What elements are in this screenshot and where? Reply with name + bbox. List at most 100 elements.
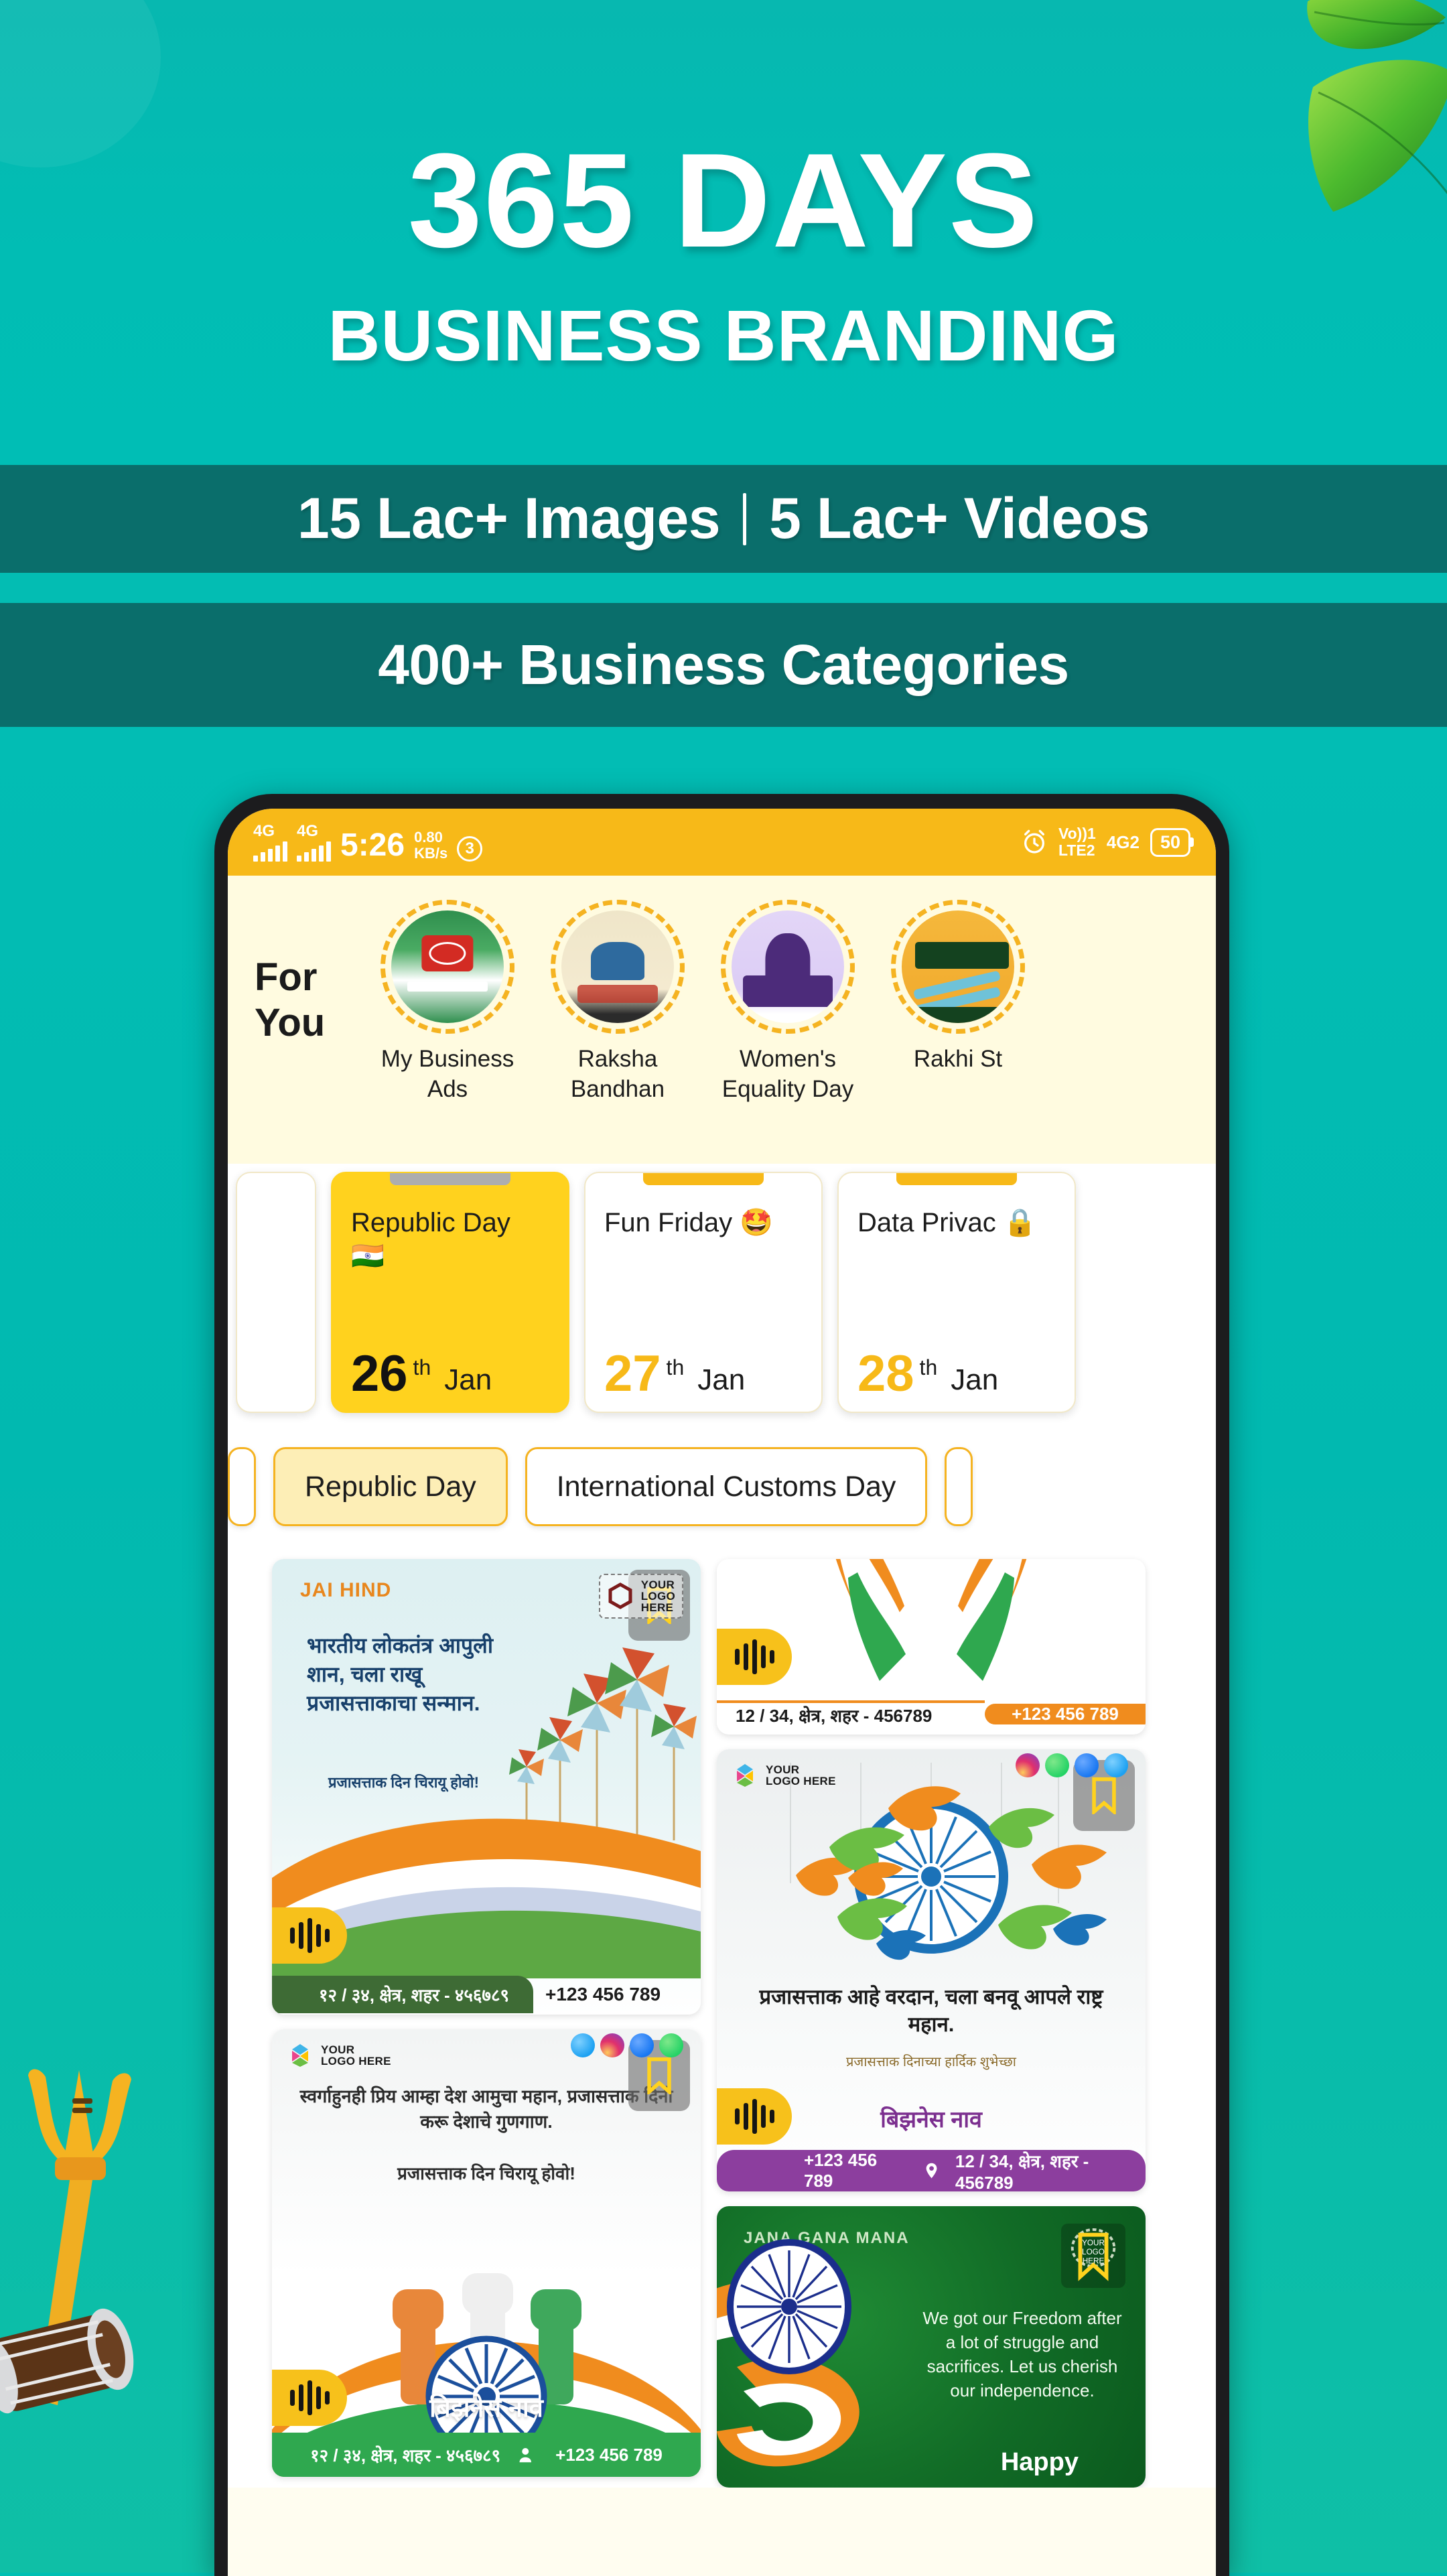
card-phone: +123 456 789: [985, 1703, 1146, 1724]
category-ring: [721, 900, 855, 1034]
background-middle-strip: [0, 573, 1447, 603]
date-card-data-privacy-day[interactable]: Data Privac 🔒 28 th Jan: [837, 1172, 1076, 1413]
whatsapp-icon[interactable]: [659, 2033, 683, 2057]
chip-international-customs-day[interactable]: International Customs Day: [525, 1447, 928, 1526]
fists-card-poem-sub: प्रजासत्ताक दिन चिरायू होवो!: [397, 2163, 575, 2183]
colorful-logo-icon: [732, 1761, 760, 1789]
gallery-card-fists[interactable]: YOUR LOGO HERE स्वर्गाहुनही प्रिय आम्हा …: [272, 2029, 701, 2477]
category-item-raksha-bandhan[interactable]: Raksha Bandhan: [540, 893, 695, 1105]
date-card-month: Jan: [951, 1363, 999, 1396]
signal-sim2-label: 4G: [297, 821, 319, 840]
date-card-fun-friday[interactable]: Fun Friday 🤩 27 th Jan: [584, 1172, 823, 1413]
date-card-title: Fun Friday 🤩: [604, 1208, 774, 1237]
freedom-card-text: We got our Freedom after a lot of strugg…: [922, 2308, 1122, 2400]
stats-band-images-videos: 15 Lac+ Images 5 Lac+ Videos: [0, 465, 1447, 573]
category-ring: [891, 900, 1025, 1034]
chip-next-partial[interactable]: [945, 1447, 973, 1526]
notification-count-badge: 3: [457, 835, 483, 862]
card-footer: १२ / ३४, क्षेत्र, शहर - ४५६७८९ +123 456 …: [272, 2433, 701, 2477]
audio-waveform-button[interactable]: [272, 1907, 347, 1964]
bookmark-icon: [647, 2057, 671, 2094]
hero-heading: 365 DAYS BUSINESS BRANDING: [0, 134, 1447, 377]
category-ring: [551, 900, 685, 1034]
location-pin-icon: [926, 2163, 937, 2179]
category-thumbnail-my-business-ads: [391, 910, 504, 1023]
gallery-card-freedom[interactable]: JANA GANA MANA YOUR LOGO HERE We got our…: [717, 2206, 1146, 2488]
card-footer: 12 / 34, क्षेत्र, शहर - 456789 +123 456 …: [717, 1693, 1146, 1735]
social-share-icons[interactable]: [571, 2033, 683, 2057]
your-logo-badge[interactable]: YOUR LOGO HERE: [1061, 2224, 1125, 2288]
audio-waveform-button[interactable]: [717, 2088, 792, 2145]
doves-card-quote: प्रजासत्ताक आहे वरदान, चला बनवू आपले राष…: [759, 1985, 1103, 2036]
event-chip-carousel[interactable]: Republic Day International Customs Day: [228, 1432, 1216, 1546]
category-label-rakhi-status: Rakhi St: [913, 1046, 1003, 1072]
twitter-icon[interactable]: [1104, 1753, 1128, 1777]
ashoka-wheel-ribbon-icon: [717, 2239, 859, 2467]
category-label-womens-equality-day: Women's Equality Day: [721, 1046, 854, 1102]
date-card-title: Republic Day 🇮🇳: [351, 1208, 510, 1271]
category-item-my-business-ads[interactable]: My Business Ads: [370, 893, 525, 1105]
category-item-rakhi-status[interactable]: Rakhi St: [880, 893, 1036, 1075]
status-bar-right: Vo))1 LTE2 4G2 50: [1021, 825, 1190, 860]
status-bar-left: 4G 4G 5:26 0.80 KB/s 3: [253, 823, 1021, 862]
date-card-day: 27: [604, 1345, 661, 1402]
stats-band-categories: 400+ Business Categories: [0, 603, 1447, 727]
signal-sim2-icon: 4G: [297, 823, 331, 862]
category-ring: [381, 900, 514, 1034]
date-card-suffix: th: [919, 1355, 938, 1379]
chip-previous-partial[interactable]: [228, 1447, 256, 1526]
date-card-month: Jan: [444, 1363, 492, 1396]
card-address: 12 / 34, क्षेत्र, शहर - 456789: [717, 1700, 985, 1727]
gallery-card-doves[interactable]: YOUR LOGO HERE प्रजासत्ताक आहे वरदान, चल…: [717, 1749, 1146, 2191]
upcoming-dates-carousel[interactable]: Republic Day 🇮🇳 26 th Jan Fun Friday 🤩 2…: [228, 1164, 1216, 1432]
instagram-icon[interactable]: [600, 2033, 624, 2057]
date-card-suffix: th: [413, 1355, 431, 1379]
chip-republic-day[interactable]: Republic Day: [273, 1447, 508, 1526]
whatsapp-icon[interactable]: [1045, 1753, 1069, 1777]
fists-card-poem: स्वर्गाहुनही प्रिय आम्हा देश आमुचा महान,…: [299, 2086, 673, 2132]
gallery-column-left: JAI HIND भारतीय लोकतंत्र आपुली शान, चला …: [272, 1559, 701, 2488]
category-thumbnail-rakhi-status: [902, 910, 1014, 1023]
for-you-label-line2: You: [255, 1001, 326, 1045]
twitter-icon[interactable]: [571, 2033, 595, 2057]
stat-videos-count: 5 Lac+ Videos: [769, 486, 1150, 551]
your-logo-placeholder[interactable]: YOUR LOGO HERE: [287, 2041, 391, 2070]
date-card-republic-day[interactable]: Republic Day 🇮🇳 26 th Jan: [331, 1172, 569, 1413]
stat-images-count: 15 Lac+ Images: [297, 486, 721, 551]
template-gallery[interactable]: JAI HIND भारतीय लोकतंत्र आपुली शान, चला …: [228, 1546, 1216, 2488]
status-bar: 4G 4G 5:26 0.80 KB/s 3 Vo))1 LTE2 4G2 50: [228, 809, 1216, 876]
your-logo-text: YOUR LOGO HERE: [766, 1764, 836, 1787]
for-you-category-row[interactable]: For You My Business Ads Raksha Bandhan W…: [228, 876, 1216, 1164]
your-logo-placeholder[interactable]: YOUR LOGO HERE: [598, 1574, 683, 1619]
volte-line-1: Vo))1: [1058, 824, 1096, 842]
sim2-network-indicator: 4G2: [1106, 831, 1140, 852]
ribbon-logo-icon: YOUR LOGO HERE: [1071, 2228, 1116, 2281]
category-item-womens-equality-day[interactable]: Women's Equality Day: [710, 893, 866, 1105]
facebook-icon[interactable]: [1075, 1753, 1099, 1777]
audio-waveform-button[interactable]: [272, 2370, 347, 2426]
your-logo-text: YOUR LOGO HERE: [321, 2044, 391, 2067]
network-speed-value: 0.80: [414, 829, 443, 845]
gallery-card-tricolor-hands[interactable]: 12 / 34, क्षेत्र, शहर - 456789 +123 456 …: [717, 1559, 1146, 1735]
category-thumbnail-womens-equality-day: [732, 910, 844, 1023]
instagram-icon[interactable]: [1016, 1753, 1040, 1777]
card-footer: +123 456 789 12 / 34, क्षेत्र, शहर - 456…: [717, 2150, 1146, 2191]
bookmark-icon: [1092, 1777, 1116, 1814]
logo-line-3: HERE: [640, 1601, 674, 1614]
svg-text:HERE: HERE: [1083, 2257, 1105, 2266]
alarm-icon: [1024, 829, 1044, 854]
date-card-previous-partial[interactable]: [236, 1172, 316, 1413]
for-you-label: For You: [255, 955, 355, 1046]
your-logo-text: YOUR LOGO HERE: [641, 1579, 675, 1613]
social-share-icons[interactable]: [1016, 1753, 1128, 1777]
signal-sim1-icon: 4G: [253, 823, 287, 862]
category-label-raksha-bandhan: Raksha Bandhan: [570, 1046, 665, 1102]
your-logo-placeholder[interactable]: YOUR LOGO HERE: [732, 1761, 836, 1789]
date-card-date: 27 th Jan: [604, 1345, 803, 1402]
gallery-card-jai-hind[interactable]: JAI HIND भारतीय लोकतंत्र आपुली शान, चला …: [272, 1559, 701, 2015]
colorful-logo-icon: [287, 2041, 315, 2070]
facebook-icon[interactable]: [630, 2033, 654, 2057]
card-address: १२ / ३४, क्षेत्र, शहर - ४५६७८९: [310, 2445, 501, 2465]
card-footer: १२ / ३४, क्षेत्र, शहर - ४५६७८९ +123 456 …: [272, 1974, 701, 2015]
audio-waveform-button[interactable]: [717, 1629, 792, 1685]
